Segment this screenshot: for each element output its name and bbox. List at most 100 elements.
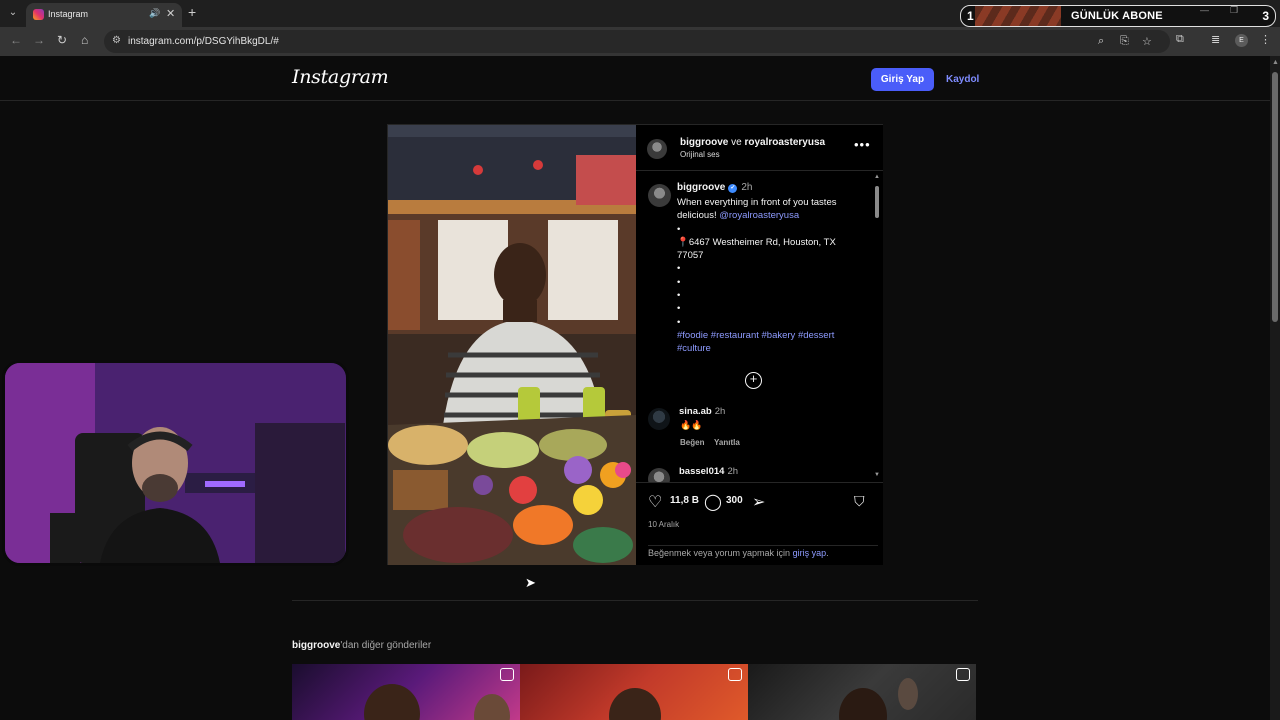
more-post-thumbnail[interactable]	[520, 664, 748, 720]
back-icon[interactable]: ←	[10, 33, 22, 47]
more-post-thumbnail[interactable]	[292, 664, 520, 720]
video-frame-image	[388, 125, 636, 565]
more-posts-user[interactable]: biggroove	[292, 640, 340, 651]
author-username[interactable]: biggroove	[680, 137, 728, 148]
caption-dot: •	[677, 316, 681, 328]
tab-search-icon[interactable]: ⌄	[4, 4, 22, 22]
instagram-favicon-icon	[33, 9, 44, 20]
comment-avatar[interactable]	[648, 468, 670, 482]
banner-text: GÜNLÜK ABONE	[1071, 10, 1163, 22]
scroll-down-icon[interactable]: ▼	[874, 472, 880, 478]
comment-header: bassel014 2h	[679, 466, 738, 477]
reload-icon[interactable]: ↻	[57, 33, 67, 47]
banner-left-number: 1	[967, 9, 974, 23]
caption-text: When everything in front of you tastes d…	[677, 196, 863, 356]
comment-reply-button[interactable]: Yanıtla	[714, 438, 740, 447]
post-date: 10 Aralık	[648, 520, 680, 529]
caption-username[interactable]: biggroove	[677, 182, 725, 193]
caption-dot: •	[677, 303, 681, 315]
login-button[interactable]: Giriş Yap	[871, 68, 934, 91]
mouse-cursor-icon: ➤	[525, 575, 536, 590]
post-sidebar: biggroove ve royalroasteryusa Orijinal s…	[636, 125, 883, 565]
webcam-image	[5, 363, 346, 563]
url-text[interactable]: instagram.com/p/DSGYihBkgDL/#	[128, 36, 279, 47]
page-scrollbar[interactable]: ▲	[1270, 56, 1280, 720]
load-more-comments-icon[interactable]: +	[745, 372, 762, 389]
caption-avatar[interactable]	[648, 184, 671, 207]
tab-close-icon[interactable]: ✕	[166, 7, 175, 20]
comment-header: sina.ab 2h	[679, 406, 725, 417]
address-bar[interactable]: ⚙ instagram.com/p/DSGYihBkgDL/# ⌕ ⎘ ☆	[104, 30, 1170, 53]
zoom-icon[interactable]: ⌕	[1098, 35, 1104, 48]
browser-tab[interactable]: Instagram 🔊 ✕	[26, 3, 182, 27]
comment-time: 2h	[727, 466, 739, 477]
more-options-icon[interactable]: •••	[854, 137, 871, 152]
comment-like-button[interactable]: Beğen	[680, 438, 704, 447]
banner-right-number: 3	[1262, 9, 1269, 23]
like-heart-icon[interactable]: ♡	[648, 492, 662, 512]
more-posts-heading: biggroove'dan diğer gönderiler	[292, 640, 431, 651]
site-info-icon[interactable]: ⚙	[112, 35, 121, 46]
menu-kebab-icon[interactable]: ⋮	[1260, 33, 1271, 46]
profile-avatar[interactable]: E	[1235, 34, 1248, 47]
scroll-up-icon[interactable]: ▲	[874, 174, 880, 180]
login-prompt-link[interactable]: giriş yap	[793, 548, 827, 558]
install-app-icon[interactable]: ⎘	[1120, 35, 1129, 48]
comment-text: 🔥🔥	[680, 420, 703, 430]
comment-avatar[interactable]	[648, 408, 670, 430]
post-authors: biggroove ve royalroasteryusa	[680, 137, 825, 148]
caption-address: 📍6467 Westheimer Rd, Houston, TX 77057	[677, 236, 836, 262]
comment-username[interactable]: bassel014	[679, 466, 724, 477]
login-prompt-end: .	[826, 548, 829, 558]
forward-icon[interactable]: →	[33, 33, 45, 47]
caption-dot: •	[677, 290, 681, 302]
minimize-icon[interactable]: —	[1200, 5, 1209, 15]
media-controls-icon[interactable]: ≣	[1211, 33, 1220, 46]
author-avatar[interactable]	[647, 139, 667, 159]
caption-and-comments: biggroove ✓ 2h When everything in front of…	[636, 172, 883, 482]
caption-dot: •	[677, 263, 681, 275]
bookmark-star-icon[interactable]: ☆	[1142, 35, 1152, 48]
caption-dot: •	[677, 223, 681, 235]
page-scroll-up-icon[interactable]: ▲	[1272, 59, 1279, 66]
login-prompt: Beğenmek veya yorum yapmak için giriş ya…	[648, 545, 878, 558]
post-card: biggroove ve royalroasteryusa Orijinal s…	[387, 124, 883, 565]
like-count: 11,8 B	[670, 495, 699, 506]
caption-time: 2h	[741, 182, 753, 193]
authors-joiner: ve	[731, 137, 742, 148]
instagram-logo[interactable]: Instagram	[292, 66, 389, 88]
comment-bubble-icon[interactable]: ◯	[704, 492, 722, 512]
more-post-thumbnail[interactable]	[748, 664, 976, 720]
caption-scrollbar[interactable]: ▲ ▼	[873, 174, 881, 480]
thumbnail-image	[609, 688, 661, 720]
save-bookmark-icon[interactable]: ⛉	[854, 493, 865, 510]
comment-username[interactable]: sina.ab	[679, 406, 712, 417]
signup-link[interactable]: Kaydol	[946, 74, 979, 85]
comment-count: 300	[726, 495, 743, 506]
verified-badge-icon: ✓	[728, 184, 738, 193]
caption-scroll-thumb[interactable]	[875, 186, 879, 218]
thumbnail-image	[839, 678, 918, 720]
reel-icon	[956, 668, 970, 681]
audio-label[interactable]: Orijinal ses	[680, 150, 720, 159]
caption-hashtags[interactable]: #foodie #restaurant #bakery #dessert #cu…	[677, 330, 834, 354]
caption-dot: •	[677, 276, 681, 288]
subscriber-banner: 1 GÜNLÜK ABONE 3	[960, 5, 1276, 27]
post-video[interactable]	[388, 125, 636, 565]
post-actions: ♡ 11,8 B ◯ 300 ➢ ⛉ 10 Aralık Beğenmek ve…	[636, 482, 883, 565]
home-icon[interactable]: ⌂	[81, 33, 88, 47]
caption-author: biggroove ✓ 2h	[677, 182, 752, 193]
audio-playing-icon[interactable]: 🔊	[149, 8, 160, 19]
share-send-icon[interactable]: ➢	[752, 492, 765, 512]
browser-tab-bar: ⌄ Instagram 🔊 ✕ + 1 GÜNLÜK ABONE 3 — ❐	[0, 0, 1280, 27]
caption-mention-link[interactable]: @royalroasteryusa	[719, 210, 799, 221]
comment-time: 2h	[714, 406, 726, 417]
streamer-webcam	[2, 360, 349, 566]
new-tab-icon[interactable]: +	[188, 4, 196, 20]
tab-title: Instagram	[48, 9, 89, 19]
extensions-icon[interactable]: ⧉	[1176, 33, 1184, 46]
coauthor-username[interactable]: royalroasteryusa	[744, 137, 825, 148]
restore-icon[interactable]: ❐	[1230, 5, 1238, 16]
page-scroll-thumb[interactable]	[1272, 72, 1278, 322]
login-prompt-text: Beğenmek veya yorum yapmak için	[648, 548, 791, 558]
